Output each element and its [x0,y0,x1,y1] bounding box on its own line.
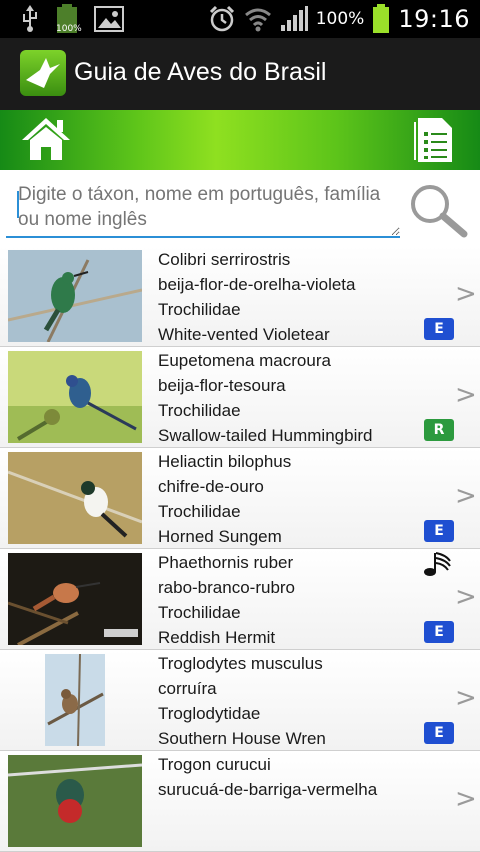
battery-small-label: 100% [56,24,82,34]
scientific-name: Trogon curucui [158,755,271,774]
status-badge: E [424,621,454,643]
chevron-right-icon: > [455,582,477,612]
bird-info: Eupetomena macroura beija-flor-tesoura T… [158,348,373,447]
text-cursor [17,191,19,218]
bird-info: Troglodytes musculus corruíra Troglodyti… [158,651,326,750]
signal-icon [280,6,308,31]
document-list-icon [414,118,452,162]
document-list-button[interactable] [412,116,456,164]
family-name: Troglodytidae [158,704,261,723]
status-bar: 100% 100% 19:16 [0,0,480,38]
scientific-name: Heliactin bilophus [158,452,292,471]
scientific-name: Phaethornis ruber [158,553,294,572]
battery-icon [373,4,390,33]
list-item[interactable]: Trogon curucui surucuá-de-barriga-vermel… [0,751,480,852]
bird-photo [8,351,142,443]
english-name: Reddish Hermit [158,628,276,647]
status-badge: E [424,722,454,744]
english-name: Southern House Wren [158,729,326,748]
toolbar [0,110,480,170]
status-right-icons: 100% 19:16 [208,4,470,34]
bird-photo [45,654,105,746]
battery-percent: 100% [315,9,365,29]
english-name: Swallow-tailed Hummingbird [158,426,373,445]
usb-icon [23,5,37,32]
chevron-right-icon: > [455,380,477,410]
app-title: Guia de Aves do Brasil [74,58,327,86]
portuguese-name: chifre-de-ouro [158,477,264,496]
status-badge: R [424,419,454,441]
list-item[interactable]: Phaethornis ruber rabo-branco-rubro Troc… [0,549,480,650]
bird-photo [8,452,142,544]
alarm-icon [209,5,234,32]
family-name: Trochilidae [158,502,241,521]
home-icon [22,118,70,160]
chevron-right-icon: > [455,279,477,309]
list-item[interactable]: Colibri serrirostris beija-flor-de-orelh… [0,246,480,347]
family-name: Trochilidae [158,300,241,319]
bird-info: Trogon curucui surucuá-de-barriga-vermel… [158,752,377,802]
app-title-bar: Guia de Aves do Brasil [0,38,480,112]
portuguese-name: beija-flor-tesoura [158,376,286,395]
portuguese-name: surucuá-de-barriga-vermelha [158,780,378,799]
bird-info: Colibri serrirostris beija-flor-de-orelh… [158,247,356,346]
bird-photo [8,250,142,342]
clock: 19:16 [398,5,470,33]
chevron-right-icon: > [455,481,477,511]
family-name: Trochilidae [158,401,241,420]
status-badge: E [424,520,454,542]
chevron-right-icon: > [455,683,477,713]
bird-info: Heliactin bilophus chifre-de-ouro Trochi… [158,449,292,548]
search-input[interactable] [6,182,400,238]
list-item[interactable]: Troglodytes musculus corruíra Troglodyti… [0,650,480,751]
music-note-icon [424,552,451,576]
portuguese-name: corruíra [158,679,217,698]
wifi-icon [244,8,271,32]
portuguese-name: beija-flor-de-orelha-violeta [158,275,356,294]
status-badge: E [424,318,454,340]
scientific-name: Eupetomena macroura [158,351,331,370]
scientific-name: Troglodytes musculus [158,654,323,673]
english-name: White-vented Violetear [158,325,330,344]
scientific-name: Colibri serrirostris [158,250,291,269]
bird-info: Phaethornis ruber rabo-branco-rubro Troc… [158,550,296,649]
picture-icon [94,6,124,32]
bird-photo [8,755,142,847]
chevron-right-icon: > [455,784,477,814]
search-icon [411,185,468,238]
hummingbird-logo-icon [20,50,66,96]
list-item[interactable]: Heliactin bilophus chifre-de-ouro Trochi… [0,448,480,549]
family-name: Trochilidae [158,603,241,622]
english-name: Horned Sungem [158,527,282,546]
portuguese-name: rabo-branco-rubro [158,578,296,597]
home-button[interactable] [20,116,72,164]
search-button[interactable] [406,182,470,238]
list-item[interactable]: Eupetomena macroura beija-flor-tesoura T… [0,347,480,448]
bird-list: Colibri serrirostris beija-flor-de-orelh… [0,246,480,852]
bird-photo [8,553,142,645]
